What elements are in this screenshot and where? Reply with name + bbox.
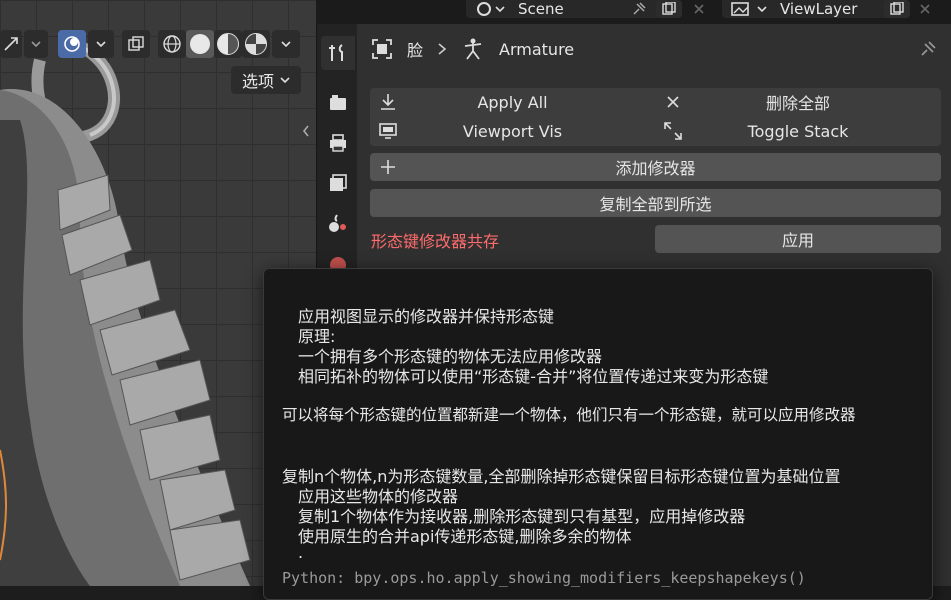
- breadcrumb: 脸 Armature: [371, 32, 574, 66]
- rendered-shading-icon[interactable]: [242, 30, 270, 58]
- close-view-layer-icon[interactable]: [914, 0, 936, 18]
- chevron-down-icon: [280, 77, 290, 84]
- solid-shading-icon[interactable]: [186, 30, 214, 58]
- tooltip-line: 使用原生的合并api传递形态键,删除多余的物体: [298, 527, 632, 546]
- pin-icon[interactable]: [626, 0, 652, 18]
- copy-all-to-selected-button[interactable]: 复制全部到所选: [370, 189, 941, 217]
- camera-back-icon: [330, 95, 346, 110]
- wrench-screwdriver-icon: [329, 44, 343, 61]
- pin-icon[interactable]: [915, 36, 941, 62]
- options-label: 选项: [241, 72, 274, 91]
- scene-name: Scene: [518, 0, 564, 18]
- tab-tool[interactable]: [321, 36, 355, 70]
- scene-props-icon: [329, 214, 346, 232]
- breadcrumb-object: 脸: [407, 41, 424, 60]
- scene-icon: [477, 2, 505, 16]
- overlay-toggle-icon[interactable]: [58, 30, 86, 58]
- tab-output[interactable]: [321, 126, 355, 160]
- tooltip: 应用视图显示的修改器并保持形态键 原理: 一个拥有多个形态键的物体无法应用修改器…: [263, 268, 933, 600]
- download-arrow-icon: [381, 94, 395, 110]
- overlay-dropdown-icon[interactable]: [88, 30, 114, 58]
- new-scene-icon[interactable]: [656, 0, 682, 18]
- monitor-icon: [379, 123, 397, 139]
- armature-icon: [464, 38, 482, 60]
- apply-all-button[interactable]: Apply All: [370, 88, 655, 116]
- tooltip-line: 相同拓补的物体可以使用“形态键-合并”将位置传递过来变为形态键: [298, 367, 769, 386]
- apply-button[interactable]: 应用: [655, 225, 941, 253]
- breadcrumb-data: Armature: [499, 39, 575, 59]
- options-dropdown[interactable]: 选项: [231, 66, 301, 94]
- viewport-vis-button[interactable]: Viewport Vis: [370, 117, 655, 145]
- delete-all-button[interactable]: 删除全部: [655, 88, 941, 116]
- panel-scroll-area: [931, 268, 951, 586]
- tooltip-line: 应用视图显示的修改器并保持形态键: [298, 307, 555, 326]
- sidebar-toggle-icon[interactable]: [298, 118, 314, 144]
- printer-icon: [330, 134, 346, 152]
- tooltip-python-path: Python: bpy.ops.ho.apply_showing_modifie…: [282, 569, 806, 587]
- view-layer-name: ViewLayer: [780, 0, 858, 18]
- expand-arrows-icon: [664, 122, 682, 140]
- new-view-layer-icon[interactable]: [884, 0, 910, 18]
- view-layer-selector[interactable]: ViewLayer: [722, 0, 890, 18]
- close-scene-icon[interactable]: [688, 0, 710, 18]
- xray-toggle-icon[interactable]: [122, 30, 150, 58]
- shading-dropdown-icon[interactable]: [272, 30, 300, 58]
- wireframe-shading-icon[interactable]: [158, 30, 186, 58]
- image-stack-icon: [330, 174, 347, 191]
- tab-view-layer[interactable]: [321, 166, 355, 200]
- shapekey-coexist-label: 形态键修改器共存: [371, 232, 500, 251]
- view-layer-icon: [731, 2, 767, 16]
- close-icon: [667, 96, 679, 108]
- chevron-right-icon: [438, 43, 447, 55]
- object-bounds-icon: [372, 39, 392, 59]
- transform-gizmo-icon[interactable]: [0, 30, 22, 58]
- gizmo-dropdown-icon[interactable]: [24, 30, 48, 58]
- tooltip-line: .: [298, 543, 304, 562]
- add-modifier-button[interactable]: 添加修改器: [370, 153, 941, 181]
- material-shading-icon[interactable]: [214, 30, 242, 58]
- viewport-header: [0, 26, 316, 64]
- plus-icon: [381, 160, 395, 174]
- tab-render[interactable]: [321, 86, 355, 120]
- toggle-stack-button[interactable]: Toggle Stack: [655, 117, 941, 145]
- tab-scene[interactable]: [321, 206, 355, 240]
- tooltip-line: 可以将每个形态键的位置都新建一个物体，他们只有一个形态键，就可以应用修改器: [282, 406, 856, 424]
